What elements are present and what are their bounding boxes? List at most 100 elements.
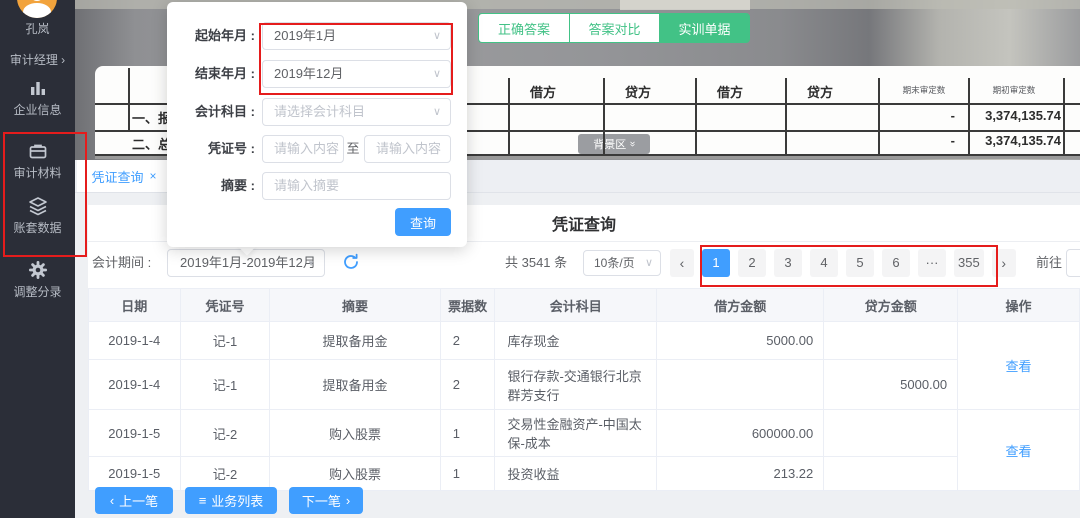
chevron-down-icon: ∨ xyxy=(433,61,441,87)
page-button-3[interactable]: 3 xyxy=(774,249,802,277)
chevron-down-icon: ∨ xyxy=(433,23,441,49)
voucher-from-input[interactable]: 请输入内容 xyxy=(262,135,344,163)
chevron-down-icon: ∨ xyxy=(645,256,653,269)
photo-highlight-2 xyxy=(620,0,750,10)
business-list-button[interactable]: ≡ 业务列表 xyxy=(185,487,277,514)
chevron-right-icon: › xyxy=(346,493,350,508)
goto-page-input[interactable] xyxy=(1066,249,1080,277)
cell xyxy=(824,410,958,457)
goto-label: 前往 xyxy=(1036,249,1062,277)
doc-value: - xyxy=(855,133,955,148)
table-row: 2019-1-4记-1提取备用金2银行存款-交通银行北京群芳支行5000.00 xyxy=(89,360,1080,410)
sidebar: 孔岚 审计经理 › 企业信息审计材料账套数据调整分录 xyxy=(0,0,75,518)
cell: 记-1 xyxy=(180,360,270,410)
doc-column-header: 贷方 xyxy=(775,82,865,101)
page-button-4[interactable]: 4 xyxy=(810,249,838,277)
pagination: ‹ 123456 ··· 355 › xyxy=(670,249,1016,277)
cell: 1 xyxy=(440,410,495,457)
chevron-left-icon: ‹ xyxy=(110,493,114,508)
table-row: 2019-1-5记-2购入股票1交易性金融资产-中国太保-成本600000.00… xyxy=(89,410,1080,457)
page-button-1[interactable]: 1 xyxy=(702,249,730,277)
action-cell: 查看 xyxy=(958,322,1080,410)
period-label: 会计期间 : xyxy=(92,249,151,277)
cell: 投资收益 xyxy=(495,457,657,491)
cell: 5000.00 xyxy=(657,322,824,360)
user-role[interactable]: 审计经理 › xyxy=(0,51,75,68)
page-button-355[interactable]: 355 xyxy=(954,249,984,277)
briefcase-icon xyxy=(28,141,48,161)
query-dialog: 起始年月 : 2019年1月 ∨ 结束年月 : 2019年12月 ∨ 会计科目 … xyxy=(167,2,467,247)
summary-label: 摘要 : xyxy=(167,172,255,200)
answer-tab-2[interactable]: 答案对比 xyxy=(569,14,659,42)
end-month-select[interactable]: 2019年12月 ∨ xyxy=(262,60,451,88)
cell: 提取备用金 xyxy=(270,360,440,410)
doc-value: - xyxy=(855,108,955,123)
table-row: 2019-1-4记-1提取备用金2库存现金5000.00查看 xyxy=(89,322,1080,360)
doc-column-header: 借方 xyxy=(498,82,588,101)
cell: 2019-1-5 xyxy=(89,410,181,457)
next-voucher-button[interactable]: 下一笔 › xyxy=(289,487,363,514)
tab-voucher-query[interactable]: 凭证查询 × xyxy=(77,160,171,192)
layers-icon xyxy=(28,196,48,216)
page-size-select[interactable]: 10条/页 ∨ xyxy=(583,250,661,276)
sidebar-item-2[interactable]: 审计材料 xyxy=(0,141,75,181)
cell: 5000.00 xyxy=(824,360,958,410)
cell: 提取备用金 xyxy=(270,322,440,360)
view-link[interactable]: 查看 xyxy=(1006,444,1032,459)
sidebar-item-3[interactable]: 账套数据 xyxy=(0,196,75,236)
doc-line xyxy=(878,78,880,154)
cell: 2019-1-4 xyxy=(89,322,181,360)
cell xyxy=(657,360,824,410)
cell: 记-1 xyxy=(180,322,270,360)
column-header: 贷方金额 xyxy=(824,289,958,322)
cell: 600000.00 xyxy=(657,410,824,457)
start-month-select[interactable]: 2019年1月 ∨ xyxy=(262,22,451,50)
doc-line xyxy=(695,78,697,154)
cell: 2019-1-5 xyxy=(89,457,181,491)
doc-right-header: 期初审定数 xyxy=(970,83,1057,95)
doc-line xyxy=(785,78,787,154)
background-area-button[interactable]: 背景区» xyxy=(578,134,650,154)
doc-line xyxy=(968,78,970,154)
view-link[interactable]: 查看 xyxy=(1006,359,1032,374)
cell: 库存现金 xyxy=(495,322,657,360)
answer-mode-switch: 正确答案答案对比实训单据 xyxy=(478,13,750,43)
doc-column-header: 借方 xyxy=(685,82,775,101)
page-button-6[interactable]: 6 xyxy=(882,249,910,277)
doc-right-header: 期末审定数 xyxy=(880,83,967,95)
answer-tab-3[interactable]: 实训单据 xyxy=(659,14,749,42)
page-more-button[interactable]: ··· xyxy=(918,249,946,277)
refresh-button[interactable] xyxy=(341,253,361,273)
search-button[interactable]: 查询 xyxy=(395,208,451,236)
previous-voucher-button[interactable]: ‹ 上一笔 xyxy=(95,487,173,514)
page-button-2[interactable]: 2 xyxy=(738,249,766,277)
sidebar-item-4[interactable]: 调整分录 xyxy=(0,260,75,300)
cell xyxy=(824,322,958,360)
doc-line xyxy=(1063,78,1065,154)
column-header: 票据数 xyxy=(440,289,495,322)
sidebar-item-1[interactable]: 企业信息 xyxy=(0,78,75,118)
doc-line xyxy=(603,78,605,154)
summary-input[interactable]: 请输入摘要 xyxy=(262,172,451,200)
page-next-button[interactable]: › xyxy=(992,249,1016,277)
cell: 交易性金融资产-中国太保-成本 xyxy=(495,410,657,457)
close-icon[interactable]: × xyxy=(150,169,157,183)
voucher-no-label: 凭证号 : xyxy=(167,135,255,163)
cell: 记-2 xyxy=(180,457,270,491)
cell xyxy=(824,457,958,491)
gear-icon xyxy=(28,260,48,280)
voucher-table: 日期凭证号摘要票据数会计科目借方金额贷方金额操作2019-1-4记-1提取备用金… xyxy=(88,288,1080,491)
subject-select[interactable]: 请选择会计科目 ∨ xyxy=(262,98,451,126)
answer-tab-1[interactable]: 正确答案 xyxy=(479,14,569,42)
chevron-double-down-icon: » xyxy=(627,141,637,147)
cell: 记-2 xyxy=(180,410,270,457)
page-prev-button[interactable]: ‹ xyxy=(670,249,694,277)
voucher-to-label: 至 xyxy=(345,135,361,163)
voucher-to-input[interactable]: 请输入内容 xyxy=(364,135,451,163)
doc-column-header: 贷方 xyxy=(593,82,683,101)
avatar[interactable] xyxy=(17,0,57,18)
page-button-5[interactable]: 5 xyxy=(846,249,874,277)
app-root: 借方贷方借方贷方 期末审定数 期初审定数 一、报 二、总 - 3,374,135… xyxy=(0,0,1080,518)
start-month-label: 起始年月 : xyxy=(167,22,255,50)
table-header-row: 日期凭证号摘要票据数会计科目借方金额贷方金额操作 xyxy=(89,289,1080,322)
